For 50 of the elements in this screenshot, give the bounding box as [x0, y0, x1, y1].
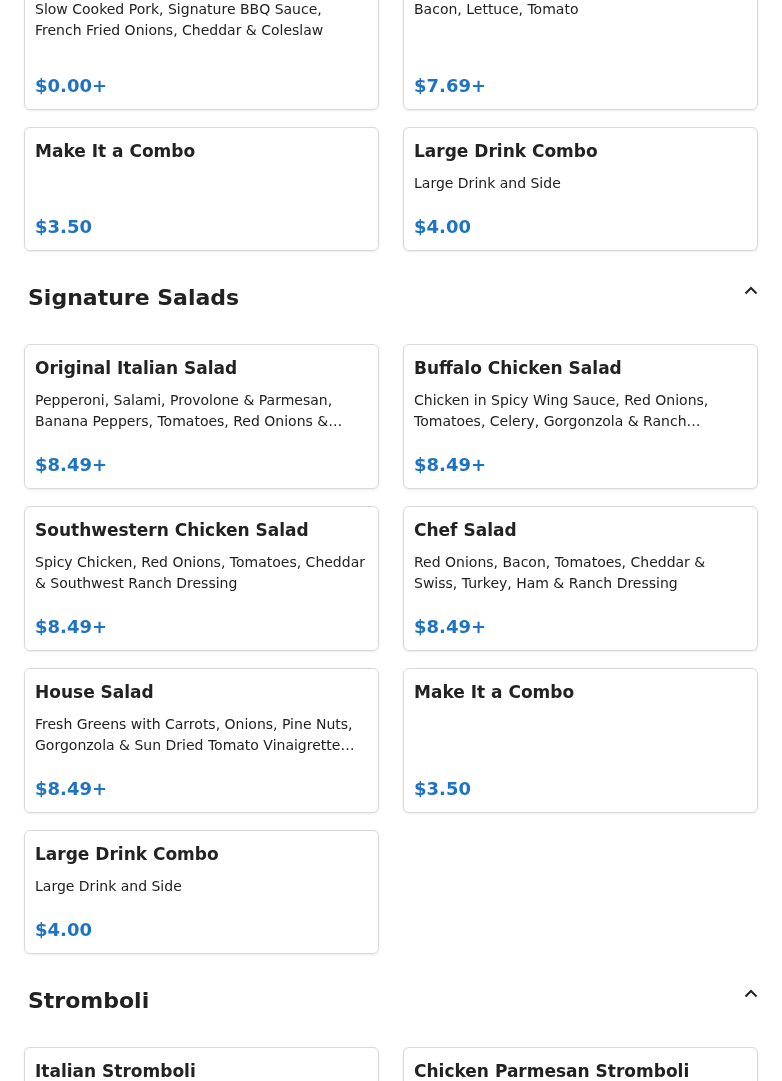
collapse-button[interactable]: [744, 286, 758, 295]
section-title: Signature Salads: [28, 283, 240, 312]
item-name: Chef Salad: [414, 519, 518, 542]
item-price: $8.49+: [35, 453, 109, 477]
item-name: Original Italian Salad: [35, 357, 239, 380]
menu-item-card[interactable]: Slow Cooked Pork, Signature BBQ Sauce, French Fried Onions, Cheddar & Coleslaw $0.00+: [24, 0, 379, 110]
item-description: Red Onions, Bacon, Tomatoes, Cheddar & Swiss, Turkey, Ham & Ranch Dressing: [414, 553, 707, 593]
item-price: $8.49+: [35, 615, 109, 639]
section-title: Stromboli: [28, 986, 150, 1015]
chevron-icon: [744, 286, 758, 295]
item-price: $8.49+: [414, 453, 488, 477]
item-description: Large Drink and Side: [414, 174, 562, 193]
collapse-button[interactable]: [744, 989, 758, 998]
menu-item-card[interactable]: Southwestern Chicken Salad Spicy Chicken, Red Onions, Tomatoes, Cheddar & Southwest Ranch Dressing $8.49+: [24, 506, 379, 651]
menu-item-card[interactable]: Bacon, Lettuce, Tomato $7.69+: [403, 0, 758, 110]
item-price: $7.69+: [414, 74, 488, 98]
menu-item-card[interactable]: Buffalo Chicken Salad Chicken in Spicy Wing Sauce, Red Onions, Tomatoes, Celery, Gorgonzola & Ranch… $8.49+: [403, 344, 758, 489]
item-price: $4.00: [35, 918, 93, 942]
menu-item-card[interactable]: Large Drink Combo Large Drink and Side $4.00: [24, 830, 379, 954]
menu-item-card[interactable]: Original Italian Salad Pepperoni, Salami, Provolone & Parmesan, Banana Peppers, Tomatoes, Red Onions &… $8.49+: [24, 344, 379, 489]
menu-item-card[interactable]: House Salad Fresh Greens with Carrots, Onions, Pine Nuts, Gorgonzola & Sun Dried Tomato Vinaigrette… $8.49+: [24, 668, 379, 813]
menu-item-card[interactable]: Large Drink Combo Large Drink and Side $4.00: [403, 127, 758, 251]
item-name: Large Drink Combo: [414, 140, 599, 163]
item-price: $8.49+: [35, 777, 109, 801]
item-price: $3.50: [414, 777, 472, 801]
item-name: House Salad: [35, 681, 155, 704]
item-name: Large Drink Combo: [35, 843, 220, 866]
chevron-icon: [744, 989, 758, 998]
item-name: Chicken Parmesan Stromboli: [414, 1060, 691, 1081]
menu-item-card[interactable]: Chicken Parmesan Stromboli: [403, 1047, 758, 1081]
item-description: Pepperoni, Salami, Provolone & Parmesan, Banana Peppers, Tomatoes, Red Onions &…: [35, 391, 344, 431]
item-description: Chicken in Spicy Wing Sauce, Red Onions, Tomatoes, Celery, Gorgonzola & Ranch…: [414, 391, 710, 431]
item-description: Slow Cooked Pork, Signature BBQ Sauce, French Fried Onions, Cheddar & Coleslaw: [35, 0, 325, 40]
item-name: Make It a Combo: [35, 140, 197, 163]
item-price: $8.49+: [414, 615, 488, 639]
menu-item-card[interactable]: Italian Stromboli: [24, 1047, 379, 1081]
item-name: Make It a Combo: [414, 681, 576, 704]
item-name: Southwestern Chicken Salad: [35, 519, 310, 542]
item-price: $3.50: [35, 215, 93, 239]
menu-item-card[interactable]: Make It a Combo $3.50: [403, 668, 758, 813]
item-description: Bacon, Lettuce, Tomato: [414, 0, 580, 19]
item-name: Buffalo Chicken Salad: [414, 357, 623, 380]
item-price: $4.00: [414, 215, 472, 239]
item-price: $0.00+: [35, 74, 109, 98]
item-description: Spicy Chicken, Red Onions, Tomatoes, Cheddar & Southwest Ranch Dressing: [35, 553, 366, 593]
item-description: Fresh Greens with Carrots, Onions, Pine Nuts, Gorgonzola & Sun Dried Tomato Vinaigrette…: [35, 715, 356, 755]
menu-item-card[interactable]: Chef Salad Red Onions, Bacon, Tomatoes, Cheddar & Swiss, Turkey, Ham & Ranch Dressing $8.49+: [403, 506, 758, 651]
item-name: Italian Stromboli: [35, 1060, 197, 1081]
item-description: Large Drink and Side: [35, 877, 183, 896]
menu-item-card[interactable]: Make It a Combo $3.50: [24, 127, 379, 251]
